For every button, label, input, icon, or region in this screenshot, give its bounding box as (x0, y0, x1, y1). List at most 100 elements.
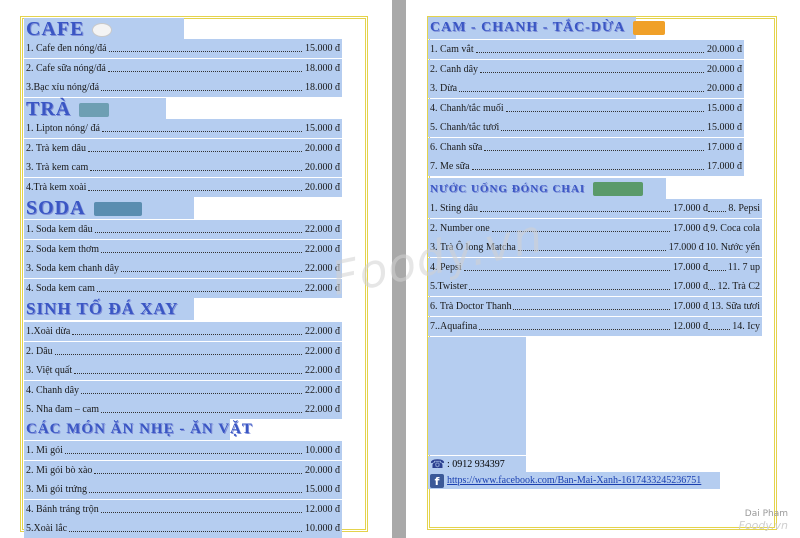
section-title-text: CAM - CHANH - TẮC-DỪA (430, 20, 626, 35)
menu-item-row: 1.Xoài dừa 22.000 đ (24, 322, 342, 341)
menu-item-name: 2. Soda kem thơm (26, 243, 100, 255)
menu-item-name: 3. Việt quất (26, 365, 73, 377)
menu-item-price: 12.000 đ (673, 320, 708, 332)
menu-item-row: 2. Cafe sữa nóng/đá 18.000 đ (24, 58, 342, 78)
dot-leader (708, 289, 716, 291)
tea-glasses-icon (79, 103, 110, 118)
menu-item-price: 22.000 đ (305, 365, 340, 377)
menu-item-name: 13. Sữa tươi (710, 301, 760, 312)
section-title-text: CAFE (26, 18, 85, 40)
menu-item-name: 1. Cafe đen nóng/đá (26, 43, 107, 54)
dot-leader (708, 309, 709, 310)
menu-item-row: 6. Chanh sữa 17.000 đ (428, 137, 744, 157)
menu-item-price: 10.000 đ (305, 445, 340, 456)
menu-item-name: 2. Trà kem dâu (26, 142, 86, 154)
dot-leader (101, 90, 302, 92)
section-title: SODA (24, 197, 194, 219)
phone-line: ☎: 0912 934397 (428, 456, 526, 473)
menu-item-row: 2. Canh dây 20.000 đ (428, 59, 744, 79)
section-title-text: SINH TỐ ĐÁ XAY (26, 299, 179, 318)
menu-item-row: 5. Chanh/tắc tươi 15.000 đ (428, 118, 744, 137)
menu-item-price: 17.000 đ (707, 141, 742, 153)
menu-item-price: 17.000 đ (668, 242, 704, 254)
menu-item-name: 5.Xoài lắc (26, 523, 68, 535)
menu-item-row: 2. Trà kem dâu 20.000 đ (24, 138, 342, 158)
menu-item-price: 20.000 đ (707, 83, 742, 94)
bottled-drink-right: 8. Pepsi (708, 199, 760, 218)
bottled-drink-right: 14. Icy (708, 317, 760, 336)
coffee-cup-icon (92, 23, 113, 38)
menu-item-price: 20.000 đ (707, 44, 742, 55)
dot-leader (480, 71, 704, 73)
menu-item-name: 4. Chanh dây (26, 384, 80, 396)
dot-leader (94, 232, 302, 233)
bottled-drink-right: 13. Sữa tươi (708, 297, 760, 316)
menu-item-price: 22.000 đ (305, 224, 340, 235)
menu-item-price: 20.000 đ (305, 162, 340, 174)
menu-item-name: 12. Trà C2 (717, 281, 760, 293)
bottled-drink-left: 1. Sting dâu 17.000 đ (430, 199, 708, 218)
dot-leader (513, 309, 670, 310)
menu-item-price: 18.000 đ (305, 62, 340, 74)
menu-item-price: 17.000 đ (673, 261, 708, 273)
dot-leader (484, 149, 704, 151)
menu-item-row: 4. Bánh tráng trộn 12.000 đ (24, 499, 342, 519)
menu-item-price: 15.000 đ (707, 102, 742, 114)
menu-item-name: 2. Canh dây (430, 63, 479, 75)
menu-item-row: 7. Me sữa 17.000 đ (428, 157, 744, 176)
menu-item-name: 3.Bạc xỉu nóng/đá (26, 82, 100, 94)
dot-leader (94, 472, 302, 474)
menu-item-price: 17.000 đ (673, 203, 708, 214)
menu-item-price: 15.000 đ (305, 484, 340, 496)
menu-item-name: 8. Pepsi (728, 203, 760, 214)
section-title: NƯỚC UỐNG ĐÓNG CHAI (428, 178, 666, 200)
menu-item-name: 11. 7 up (727, 261, 760, 273)
section-title-text: SODA (26, 197, 86, 219)
menu-item-price: 20.000 đ (305, 142, 340, 154)
menu-item-row: 5.Xoài lắc 10.000 đ (24, 519, 342, 538)
bottled-drink-row: 5.Twister 17.000 đ 12. Trà C2 (428, 277, 762, 297)
menu-item-row: 3.Bạc xỉu nóng/đá 18.000 đ (24, 78, 342, 98)
section-title: SINH TỐ ĐÁ XAY (24, 298, 194, 320)
menu-item-name: 4. Soda kem cam (26, 282, 95, 294)
menu-item-name: 1. Lipton nóng/ đá (26, 123, 100, 134)
dot-leader (101, 251, 302, 253)
menu-item-row: 1. Cafe đen nóng/đá 15.000 đ (24, 39, 342, 58)
dot-leader (480, 211, 670, 212)
menu-item-name: 3. Trà kem cam (26, 162, 89, 174)
dot-leader (107, 70, 302, 72)
dot-leader (469, 289, 670, 291)
dot-leader (96, 290, 302, 292)
photo-credit: Dai Pham Foody.vn (739, 508, 788, 532)
dot-leader (475, 52, 704, 53)
dot-leader (90, 170, 302, 172)
bottles-icon (593, 182, 644, 197)
dot-leader (88, 150, 302, 152)
menu-item-price: 17.000 đ (673, 301, 708, 312)
menu-item-price: 20.000 đ (707, 63, 742, 75)
dot-leader (69, 531, 302, 533)
dot-leader (100, 511, 302, 513)
menu-item-row: 2. Mì gói bò xào 20.000 đ (24, 460, 342, 480)
facebook-link[interactable]: https://www.facebook.com/Ban-Mai-Xanh-16… (447, 472, 701, 489)
menu-item-price: 15.000 đ (305, 123, 340, 134)
menu-item-name: 9. Coca cola (710, 222, 760, 234)
menu-item-name: 7..Aquafina (430, 320, 478, 332)
fruit-icon (633, 20, 666, 35)
menu-item-name: 4. Bánh tráng trộn (26, 503, 99, 515)
bottled-drink-right: 12. Trà C2 (708, 277, 760, 296)
menu-item-row: 3. Trà kem cam 20.000 đ (24, 158, 342, 178)
soda-glasses-icon (93, 202, 142, 217)
menu-item-row: 2. Dâu 22.000 đ (24, 341, 342, 361)
dot-leader (101, 412, 302, 414)
bottled-drink-row: 7..Aquafina 12.000 đ 14. Icy (428, 316, 762, 336)
menu-item-price: 22.000 đ (305, 404, 340, 416)
menu-item-row: 2. Soda kem thơm 22.000 đ (24, 239, 342, 259)
menu-item-price: 17.000 đ (673, 281, 708, 293)
menu-item-name: 2. Cafe sữa nóng/đá (26, 62, 106, 74)
dot-leader (54, 353, 302, 355)
menu-item-price: 22.000 đ (305, 326, 340, 337)
menu-item-row: 4.Trà kem xoài 20.000 đ (24, 177, 342, 197)
bottled-drink-right: 11. 7 up (708, 258, 760, 277)
section-title: CÁC MÓN ĂN NHẸ - ĂN VẶT (24, 418, 252, 440)
